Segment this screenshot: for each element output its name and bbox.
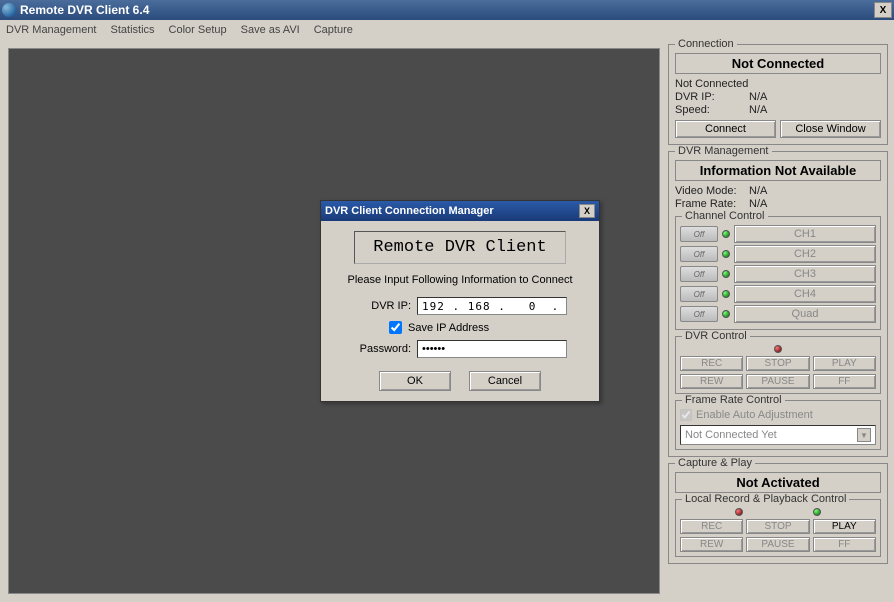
- local-rec-button[interactable]: REC: [680, 519, 743, 534]
- connection-group: Connection Not Connected Not Connected D…: [668, 44, 888, 145]
- capture-status: Not Activated: [675, 472, 881, 493]
- frc-select[interactable]: Not Connected Yet ▼: [680, 425, 876, 445]
- dvr-ff-button[interactable]: FF: [813, 374, 876, 389]
- menu-color-setup[interactable]: Color Setup: [169, 24, 227, 36]
- window-title: Remote DVR Client 6.4: [20, 3, 874, 17]
- password-input[interactable]: [417, 340, 567, 358]
- quad-button[interactable]: Quad: [734, 305, 876, 323]
- channel-control-group: Channel Control OffCH1 OffCH2 OffCH3 Off…: [675, 216, 881, 330]
- ip-value: N/A: [749, 91, 767, 103]
- local-play-button[interactable]: PLAY: [813, 519, 876, 534]
- ch3-led: [722, 270, 730, 278]
- menubar: DVR Management Statistics Color Setup Sa…: [0, 20, 894, 40]
- local-record-legend: Local Record & Playback Control: [682, 493, 849, 505]
- frame-rate-control-group: Frame Rate Control Enable Auto Adjustmen…: [675, 400, 881, 450]
- titlebar: Remote DVR Client 6.4 X: [0, 0, 894, 20]
- dvr-play-button[interactable]: PLAY: [813, 356, 876, 371]
- quad-led: [722, 310, 730, 318]
- ip-label: DVR IP:: [675, 91, 743, 103]
- ch3-toggle[interactable]: Off: [680, 266, 718, 282]
- video-mode-label: Video Mode:: [675, 185, 743, 197]
- connect-button[interactable]: Connect: [675, 120, 776, 138]
- menu-capture[interactable]: Capture: [314, 24, 353, 36]
- quad-toggle[interactable]: Off: [680, 306, 718, 322]
- connection-status: Not Connected: [675, 53, 881, 74]
- speed-value: N/A: [749, 104, 767, 116]
- local-pause-button[interactable]: PAUSE: [746, 537, 809, 552]
- enable-auto-adjustment-label: Enable Auto Adjustment: [696, 409, 813, 421]
- dialog-banner: Remote DVR Client: [354, 231, 565, 264]
- ch2-led: [722, 250, 730, 258]
- ch1-toggle[interactable]: Off: [680, 226, 718, 242]
- local-record-group: Local Record & Playback Control REC STOP…: [675, 499, 881, 557]
- dvr-ip-label: DVR IP:: [353, 300, 411, 312]
- ch2-toggle[interactable]: Off: [680, 246, 718, 262]
- ch4-led: [722, 290, 730, 298]
- connection-legend: Connection: [675, 38, 737, 50]
- ch3-button[interactable]: CH3: [734, 265, 876, 283]
- ch2-button[interactable]: CH2: [734, 245, 876, 263]
- channel-control-legend: Channel Control: [682, 210, 768, 222]
- dvr-rec-button[interactable]: REC: [680, 356, 743, 371]
- ok-button[interactable]: OK: [379, 371, 451, 391]
- dvr-rec-led: [774, 345, 782, 353]
- dvr-rew-button[interactable]: REW: [680, 374, 743, 389]
- connection-manager-dialog: DVR Client Connection Manager X Remote D…: [320, 200, 600, 402]
- frc-select-value: Not Connected Yet: [685, 429, 777, 441]
- window-close-button[interactable]: X: [874, 2, 892, 18]
- local-rew-button[interactable]: REW: [680, 537, 743, 552]
- dvr-ip-input[interactable]: [417, 297, 567, 315]
- video-mode-value: N/A: [749, 185, 767, 197]
- enable-auto-adjustment-checkbox[interactable]: [680, 409, 692, 421]
- dvr-pause-button[interactable]: PAUSE: [746, 374, 809, 389]
- app-icon: [2, 3, 16, 17]
- frame-rate-label: Frame Rate:: [675, 198, 743, 210]
- ch4-toggle[interactable]: Off: [680, 286, 718, 302]
- dialog-close-button[interactable]: X: [579, 204, 595, 218]
- local-rec-led: [735, 508, 743, 516]
- frc-legend: Frame Rate Control: [682, 394, 785, 406]
- ch4-button[interactable]: CH4: [734, 285, 876, 303]
- menu-statistics[interactable]: Statistics: [111, 24, 155, 36]
- dvr-legend: DVR Management: [675, 145, 772, 157]
- dvr-control-group: DVR Control REC STOP PLAY REW PAUSE FF: [675, 336, 881, 394]
- cancel-button[interactable]: Cancel: [469, 371, 541, 391]
- menu-save-as-avi[interactable]: Save as AVI: [241, 24, 300, 36]
- dialog-title: DVR Client Connection Manager: [325, 205, 579, 217]
- dvr-management-group: DVR Management Information Not Available…: [668, 151, 888, 457]
- right-panel: Connection Not Connected Not Connected D…: [668, 40, 894, 602]
- capture-legend: Capture & Play: [675, 457, 755, 469]
- password-label: Password:: [353, 343, 411, 355]
- local-stop-button[interactable]: STOP: [746, 519, 809, 534]
- speed-label: Speed:: [675, 104, 743, 116]
- local-ff-button[interactable]: FF: [813, 537, 876, 552]
- chevron-down-icon: ▼: [857, 428, 871, 442]
- dvr-control-legend: DVR Control: [682, 330, 750, 342]
- dialog-prompt: Please Input Following Information to Co…: [347, 274, 572, 286]
- dvr-stop-button[interactable]: STOP: [746, 356, 809, 371]
- frame-rate-value: N/A: [749, 198, 767, 210]
- menu-dvr-management[interactable]: DVR Management: [6, 24, 97, 36]
- dvr-status: Information Not Available: [675, 160, 881, 181]
- save-ip-label: Save IP Address: [408, 322, 489, 334]
- close-window-button[interactable]: Close Window: [780, 120, 881, 138]
- connection-line1: Not Connected: [675, 78, 748, 90]
- save-ip-checkbox[interactable]: [389, 321, 402, 334]
- ch1-button[interactable]: CH1: [734, 225, 876, 243]
- capture-play-group: Capture & Play Not Activated Local Recor…: [668, 463, 888, 564]
- local-play-led: [813, 508, 821, 516]
- ch1-led: [722, 230, 730, 238]
- dialog-titlebar[interactable]: DVR Client Connection Manager X: [321, 201, 599, 221]
